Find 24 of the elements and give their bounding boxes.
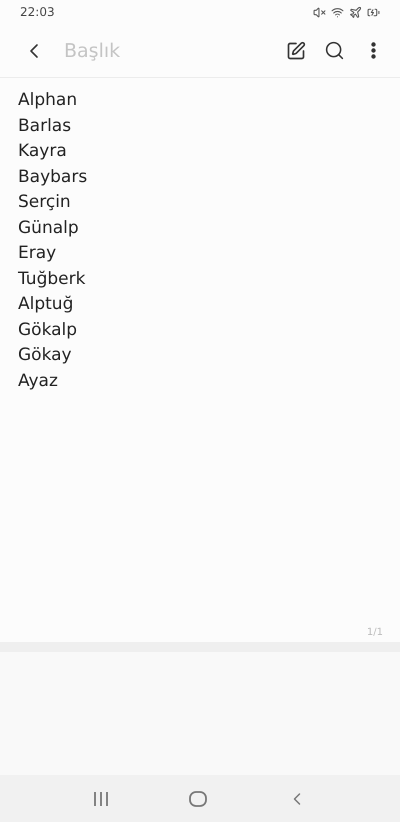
home-button[interactable] — [189, 790, 207, 806]
airplane-icon — [349, 6, 362, 18]
note-line: Ayaz — [18, 370, 59, 392]
note-line: Tuğberk — [18, 268, 86, 290]
search-icon — [324, 40, 345, 61]
note-line: Barlas — [18, 114, 72, 138]
mute-icon — [313, 6, 326, 18]
note-line: Serçin — [18, 191, 72, 214]
note-line: Alptuğ — [18, 293, 74, 316]
note-line: Kayra — [18, 140, 68, 163]
note-line: Alphan — [18, 89, 78, 112]
pen-square-icon — [286, 40, 306, 60]
wifi-icon — [331, 6, 344, 18]
more-icon — [371, 42, 376, 59]
note-line: Baybars — [18, 166, 88, 188]
status-time: 22:03 — [20, 5, 55, 19]
page-indicator: 1/1 — [366, 627, 383, 638]
note-line: Gökay — [18, 344, 73, 367]
recent-apps-button[interactable] — [93, 792, 109, 806]
battery-icon — [367, 6, 380, 18]
note-line: Eray — [18, 242, 58, 265]
note-line: Gökalp — [18, 318, 78, 342]
title-field[interactable]: Başlık — [62, 38, 272, 62]
note-line: Günalp — [18, 216, 80, 240]
